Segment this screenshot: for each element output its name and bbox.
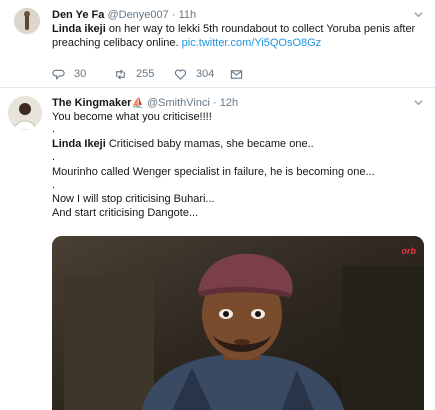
timestamp[interactable]: 12h (220, 97, 238, 109)
media-watermark: orb (401, 246, 417, 256)
handle[interactable]: @SmithVinci (147, 97, 210, 109)
reply-button[interactable]: 30 (52, 66, 86, 82)
mention-name: Linda Ikeji (52, 138, 106, 150)
handle[interactable]: @Denye007 (107, 9, 168, 21)
chevron-down-icon[interactable] (414, 10, 423, 19)
tweet-text: on her way to lekki 5th roundabout to co… (105, 23, 416, 35)
tweet-header: The Kingmaker⛵ @SmithVinci · 12h (52, 96, 238, 111)
tweet-text-line: Mourinho called Wenger specialist in fai… (52, 166, 375, 178)
tweet-text: Criticised baby mamas, she became one.. (105, 138, 314, 150)
tweet-text-line: preaching celibacy online. pic.twitter.c… (52, 36, 321, 50)
media-photo (52, 236, 424, 410)
retweet-button[interactable]: 255 (114, 66, 154, 82)
tweet-text: preaching celibacy online. (52, 37, 182, 49)
reply-icon (52, 69, 65, 80)
heart-icon (174, 69, 187, 80)
display-name[interactable]: Den Ye Fa (52, 9, 104, 21)
like-button[interactable]: 304 (174, 66, 214, 82)
tweet-text-line: And start criticising Dangote... (52, 207, 199, 219)
retweet-icon (116, 68, 125, 80)
display-name[interactable]: The Kingmaker (52, 97, 131, 109)
avatar[interactable] (14, 8, 40, 34)
direct-message-button[interactable] (230, 66, 252, 82)
chevron-down-icon[interactable] (414, 98, 423, 107)
tweet-text-dot: . (52, 151, 56, 163)
retweet-count: 255 (136, 68, 155, 80)
mention-name: Linda ikeji (52, 23, 106, 35)
avatar-image (14, 8, 40, 34)
sailboat-icon: ⛵ (131, 98, 144, 109)
tweet-text-dot: . (52, 123, 56, 135)
tweet-text-line: Linda Ikeji Criticised baby mamas, she b… (52, 137, 314, 151)
tweet-header: Den Ye Fa @Denye007 · 11h (52, 8, 196, 22)
reply-count: 30 (74, 68, 87, 80)
tweet-text-line: Linda ikeji on her way to lekki 5th roun… (52, 22, 415, 36)
tweet-media-image[interactable]: orb (52, 236, 424, 410)
separator: · (171, 9, 176, 21)
avatar-image (8, 96, 42, 130)
separator: · (212, 97, 217, 109)
tweet-text-line: Now I will stop criticising Buhari... (52, 193, 215, 205)
envelope-icon (230, 69, 243, 79)
media-link[interactable]: pic.twitter.com/Yi5QOsO8Gz (182, 37, 322, 49)
timestamp[interactable]: 11h (179, 9, 197, 21)
avatar[interactable] (8, 96, 42, 130)
tweet-text-line: You become what you criticise!!!! (52, 111, 212, 123)
like-count: 304 (196, 68, 215, 80)
tweet-text-dot: . (52, 179, 56, 191)
tweet-denye[interactable]: Den Ye Fa @Denye007 · 11h Linda ikeji on… (0, 0, 435, 88)
tweet-actions: 30 255 304 (52, 66, 272, 82)
